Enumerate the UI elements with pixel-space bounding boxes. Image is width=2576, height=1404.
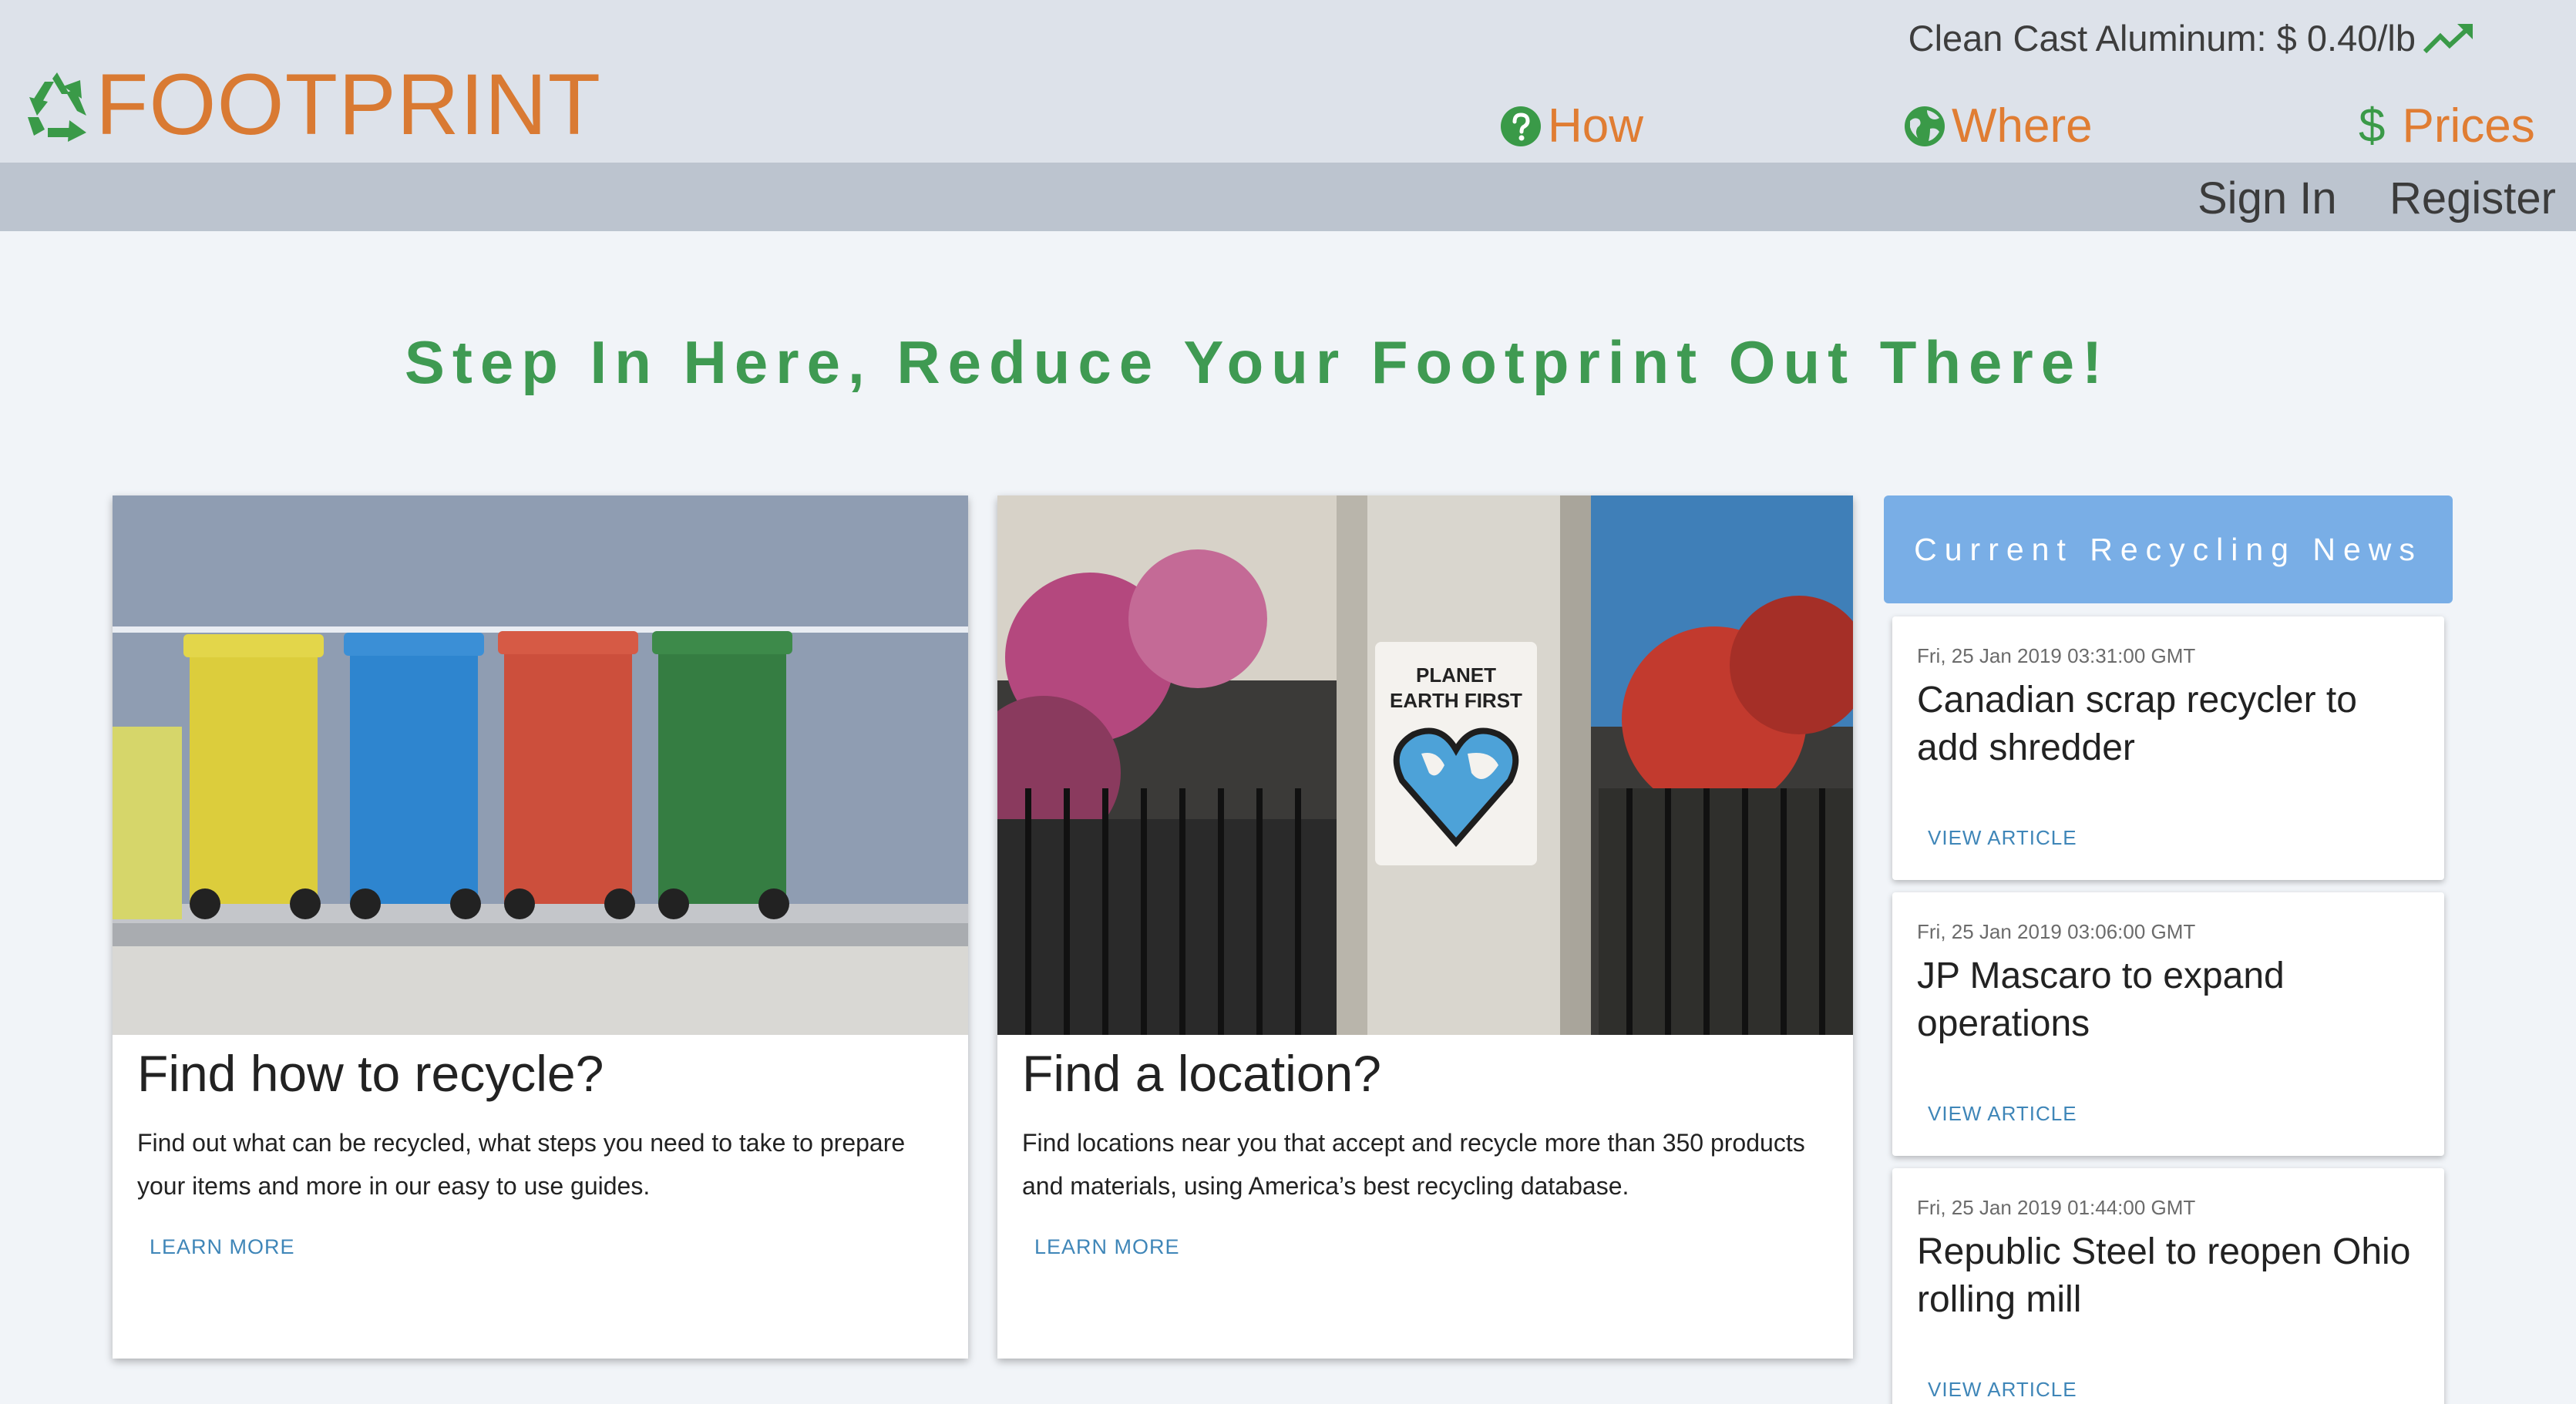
news-headline: Canadian scrap recycler to add shredder: [1917, 680, 2357, 768]
news-header: Current Recycling News: [1884, 495, 2453, 603]
news-item: Fri, 25 Jan 2019 03:06:00 GMT JP Mascaro…: [1892, 892, 2444, 1156]
sticker-line-2: EARTH FIRST: [1390, 689, 1522, 712]
site-logo[interactable]: FOOTPRINT: [18, 62, 601, 148]
price-ticker-text: Clean Cast Aluminum: $ 0.40/lb: [1908, 18, 2416, 59]
nav-where[interactable]: Where: [1904, 99, 2093, 153]
recycling-bins-image: [113, 495, 968, 1035]
sign-in-link[interactable]: Sign In: [2198, 173, 2337, 224]
auth-bar: [0, 163, 2576, 231]
card-title: Find how to recycle?: [137, 1045, 604, 1102]
card-how-to-recycle: Find how to recycle? Find out what can b…: [113, 495, 968, 1359]
nav-prices[interactable]: $ Prices: [2359, 99, 2535, 153]
nav-how[interactable]: How: [1500, 99, 1643, 153]
nav-prices-label: Prices: [2402, 99, 2535, 153]
logo-text: FOOTPRINT: [96, 56, 602, 153]
news-header-text: Current Recycling News: [1914, 531, 2423, 567]
news-headline: JP Mascaro to expand operations: [1917, 956, 2285, 1044]
card-description: Find locations near you that accept and …: [1022, 1129, 1805, 1200]
hero-title-text: Step In Here, Reduce Your Footprint Out …: [404, 328, 2110, 396]
globe-icon: [1905, 106, 1945, 146]
news-headline: Republic Steel to reopen Ohio rolling mi…: [1917, 1231, 2411, 1320]
news-item: Fri, 25 Jan 2019 03:31:00 GMT Canadian s…: [1892, 616, 2444, 880]
card-find-location: PLANET EARTH FIRST Find a location? Find…: [997, 495, 1853, 1359]
price-ticker: Clean Cast Aluminum: $ 0.40/lb: [1908, 17, 2476, 59]
recycle-icon: [28, 72, 86, 142]
news-date: Fri, 25 Jan 2019 03:06:00 GMT: [1917, 920, 2196, 943]
planet-earth-first-image: PLANET EARTH FIRST: [997, 495, 1853, 1035]
card-title: Find a location?: [1022, 1045, 1381, 1102]
trending-up-icon: [2423, 23, 2473, 53]
card-description: Find out what can be recycled, what step…: [137, 1129, 906, 1200]
news-date: Fri, 25 Jan 2019 03:31:00 GMT: [1917, 644, 2196, 667]
question-circle-icon: [1501, 106, 1541, 146]
learn-more-button[interactable]: LEARN MORE: [150, 1235, 295, 1259]
news-date: Fri, 25 Jan 2019 01:44:00 GMT: [1917, 1196, 2196, 1219]
view-article-button[interactable]: VIEW ARTICLE: [1928, 826, 2077, 850]
sticker-line-1: PLANET: [1416, 663, 1496, 687]
hero-title: Step In Here, Reduce Your Footprint Out …: [0, 327, 2576, 398]
view-article-button[interactable]: VIEW ARTICLE: [1928, 1102, 2077, 1126]
nav-how-label: How: [1548, 99, 1644, 153]
view-article-button[interactable]: VIEW ARTICLE: [1928, 1378, 2077, 1402]
news-item: Fri, 25 Jan 2019 01:44:00 GMT Republic S…: [1892, 1168, 2444, 1404]
register-link[interactable]: Register: [2389, 173, 2556, 224]
learn-more-button[interactable]: LEARN MORE: [1034, 1235, 1180, 1259]
dollar-icon: $: [2359, 99, 2386, 153]
nav-where-label: Where: [1952, 99, 2093, 153]
